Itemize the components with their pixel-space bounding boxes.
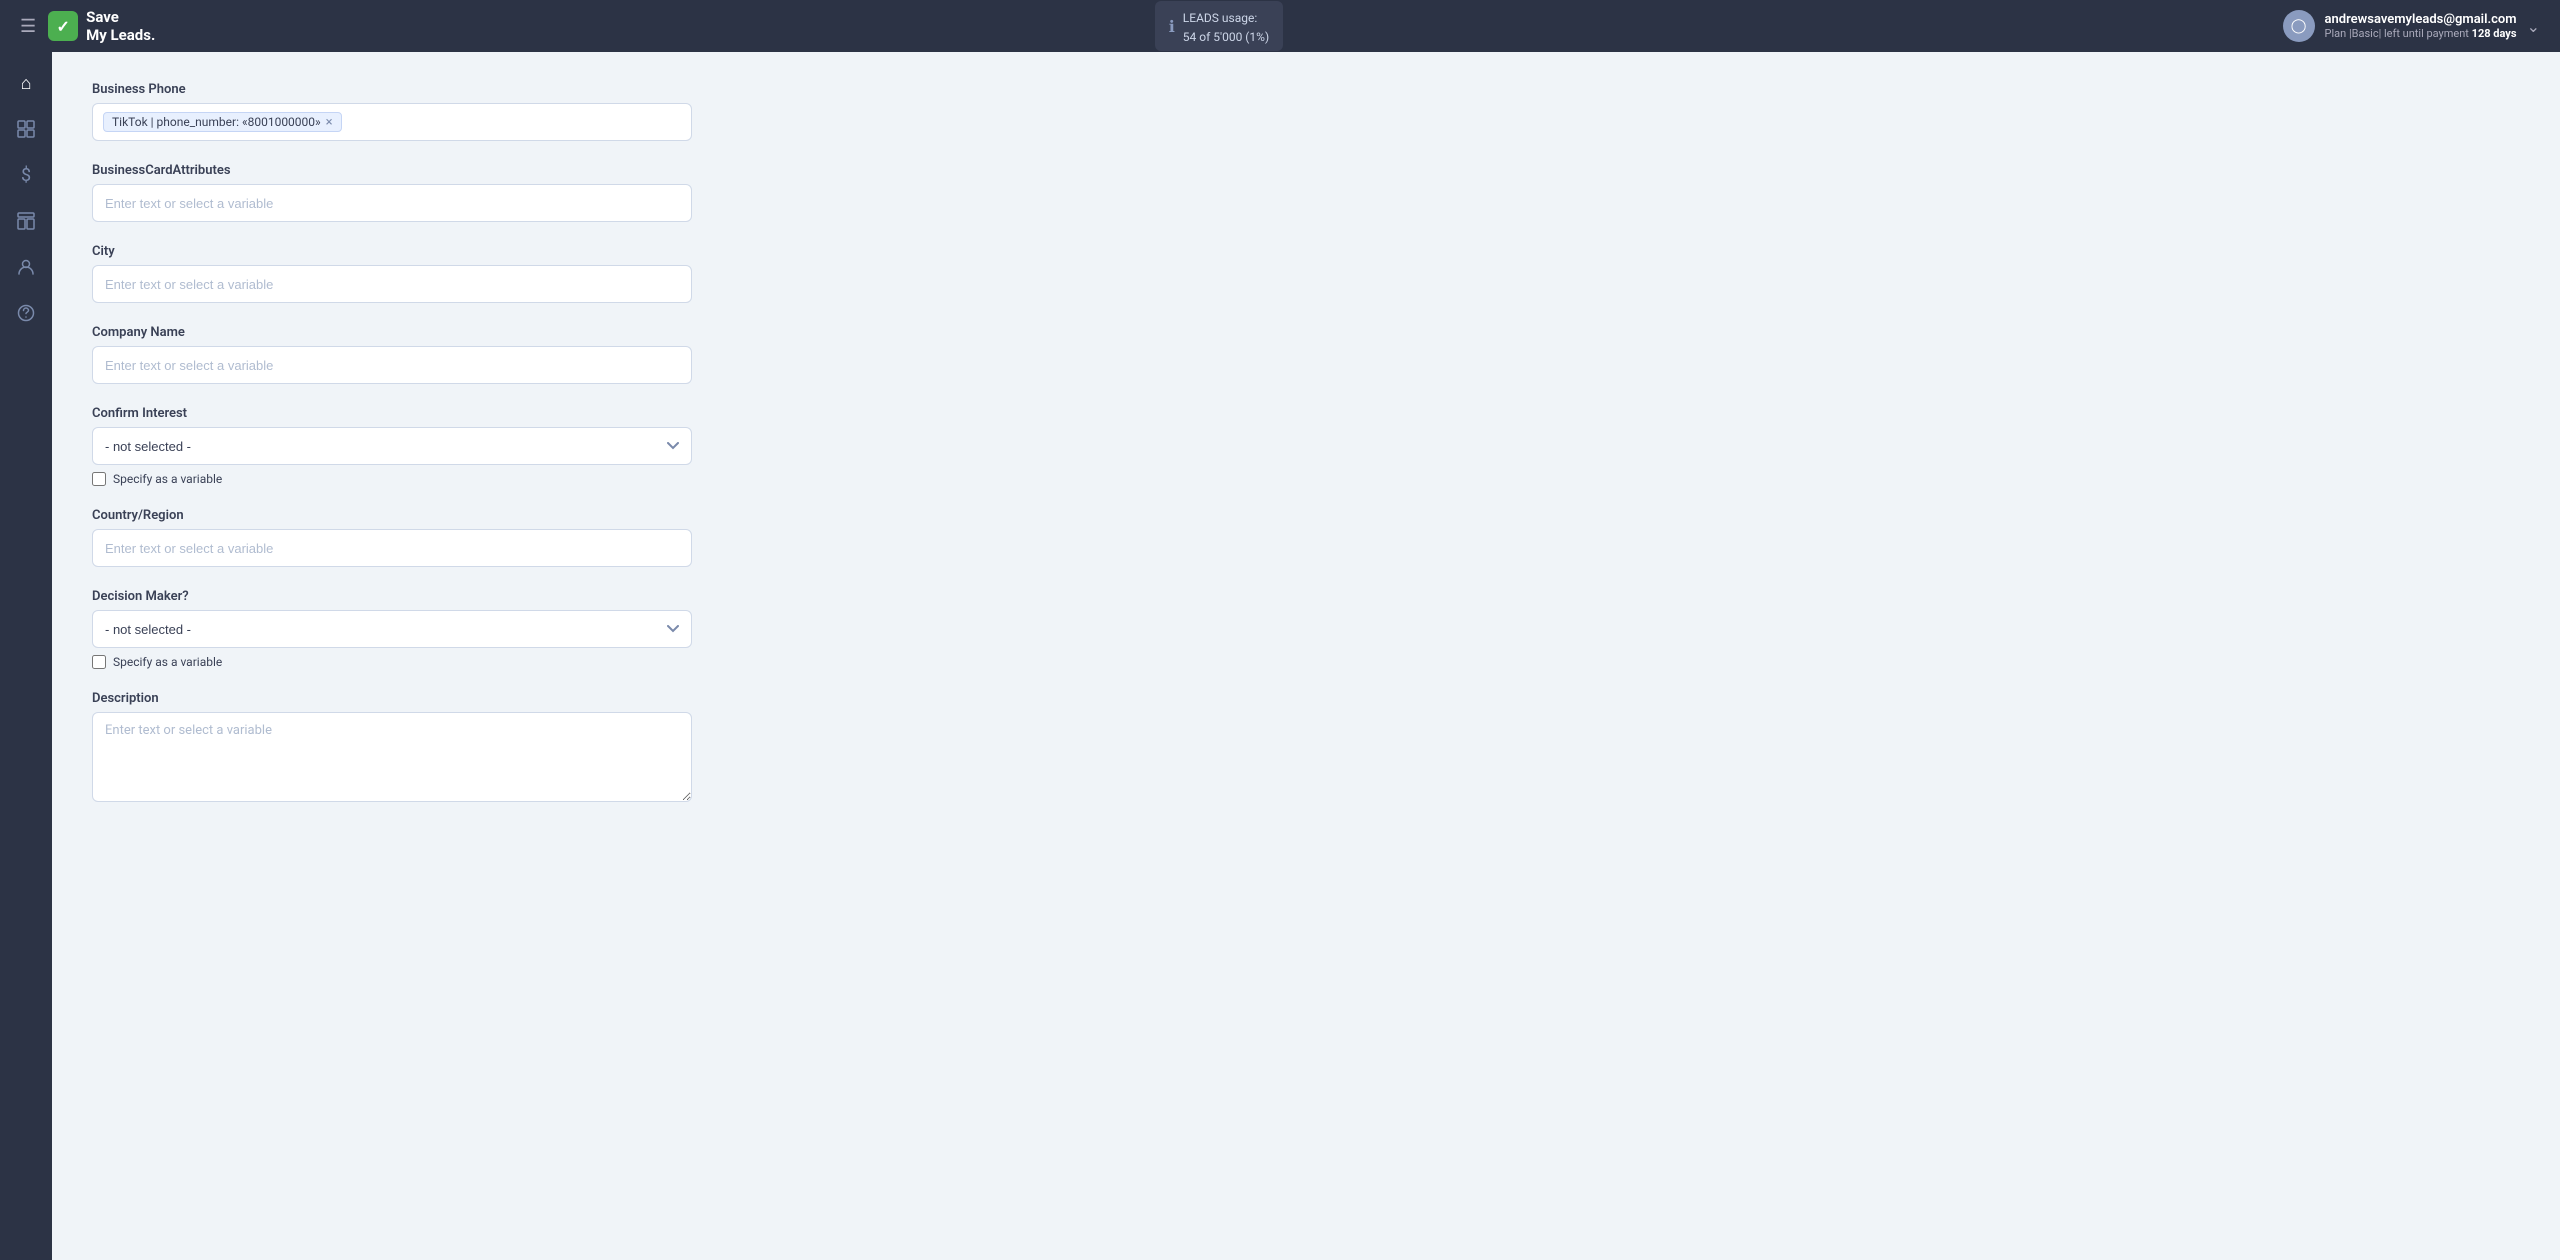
description-textarea[interactable] [92,712,692,802]
decision-maker-specify-label[interactable]: Specify as a variable [113,655,222,669]
business-card-attributes-field: BusinessCardAttributes [92,163,2520,222]
content-area: Business Phone TikTok | phone_number: «8… [52,52,2560,1260]
confirm-interest-wrapper: - not selected - [92,427,692,465]
confirm-interest-label: Confirm Interest [92,406,2520,421]
user-avatar: ◯ [2283,10,2315,42]
logo-wrap: ✓ Save My Leads. [48,8,155,44]
sidebar-item-templates[interactable] [7,202,45,240]
company-name-label: Company Name [92,325,2520,340]
confirm-interest-specify-label[interactable]: Specify as a variable [113,472,222,486]
sidebar-item-account[interactable] [7,248,45,286]
info-icon: ℹ [1169,17,1175,36]
sidebar: ⌂ $ [0,52,52,1260]
description-label: Description [92,691,2520,706]
city-label: City [92,244,2520,259]
tag-close-icon[interactable]: × [326,116,333,129]
leads-usage-text: LEADS usage: 54 of 5'000 (1%) [1183,7,1269,45]
user-info: andrewsavemyleads@gmail.com Plan |Basic|… [2325,12,2517,40]
sidebar-item-help[interactable] [7,294,45,332]
logo-text: Save My Leads. [86,8,155,44]
leads-usage-label: LEADS usage: [1183,11,1257,25]
city-field: City [92,244,2520,303]
country-region-input[interactable] [92,529,692,567]
confirm-interest-checkbox-row: Specify as a variable [92,472,2520,486]
decision-maker-wrapper: - not selected - [92,610,692,648]
decision-maker-label: Decision Maker? [92,589,2520,604]
tag-text: TikTok | phone_number: «8001000000» [112,115,321,129]
user-email: andrewsavemyleads@gmail.com [2325,12,2517,27]
business-phone-field: Business Phone TikTok | phone_number: «8… [92,82,2520,141]
business-phone-input[interactable]: TikTok | phone_number: «8001000000» × [92,103,692,141]
topbar-left: ☰ ✓ Save My Leads. [20,8,155,44]
confirm-interest-select[interactable]: - not selected - [92,427,692,465]
decision-maker-field: Decision Maker? - not selected - Specify… [92,589,2520,669]
description-field: Description [92,691,2520,806]
confirm-interest-field: Confirm Interest - not selected - Specif… [92,406,2520,486]
plan-info: Plan |Basic| left until payment 128 days [2325,27,2517,40]
topbar-right: ◯ andrewsavemyleads@gmail.com Plan |Basi… [2283,10,2540,42]
topbar-center: ℹ LEADS usage: 54 of 5'000 (1%) [1155,1,1283,51]
business-card-attributes-label: BusinessCardAttributes [92,163,2520,178]
tiktok-phone-tag: TikTok | phone_number: «8001000000» × [103,112,342,132]
sidebar-item-home[interactable]: ⌂ [7,64,45,102]
main-layout: ⌂ $ Business Phone TikTok | phone_number… [0,52,2560,1260]
business-card-attributes-input[interactable] [92,184,692,222]
city-input[interactable] [92,265,692,303]
confirm-interest-specify-checkbox[interactable] [92,472,106,486]
hamburger-icon[interactable]: ☰ [20,16,36,37]
country-region-field: Country/Region [92,508,2520,567]
business-phone-label: Business Phone [92,82,2520,97]
sidebar-item-billing[interactable]: $ [7,156,45,194]
chevron-down-icon[interactable]: ⌄ [2527,17,2540,36]
topbar: ☰ ✓ Save My Leads. ℹ LEADS usage: 54 of … [0,0,2560,52]
logo-checkmark: ✓ [48,11,78,41]
company-name-input[interactable] [92,346,692,384]
sidebar-item-integrations[interactable] [7,110,45,148]
decision-maker-select[interactable]: - not selected - [92,610,692,648]
decision-maker-specify-checkbox[interactable] [92,655,106,669]
decision-maker-checkbox-row: Specify as a variable [92,655,2520,669]
company-name-field: Company Name [92,325,2520,384]
leads-usage-box: ℹ LEADS usage: 54 of 5'000 (1%) [1155,1,1283,51]
country-region-label: Country/Region [92,508,2520,523]
leads-usage-value: 54 of 5'000 (1%) [1183,30,1269,44]
